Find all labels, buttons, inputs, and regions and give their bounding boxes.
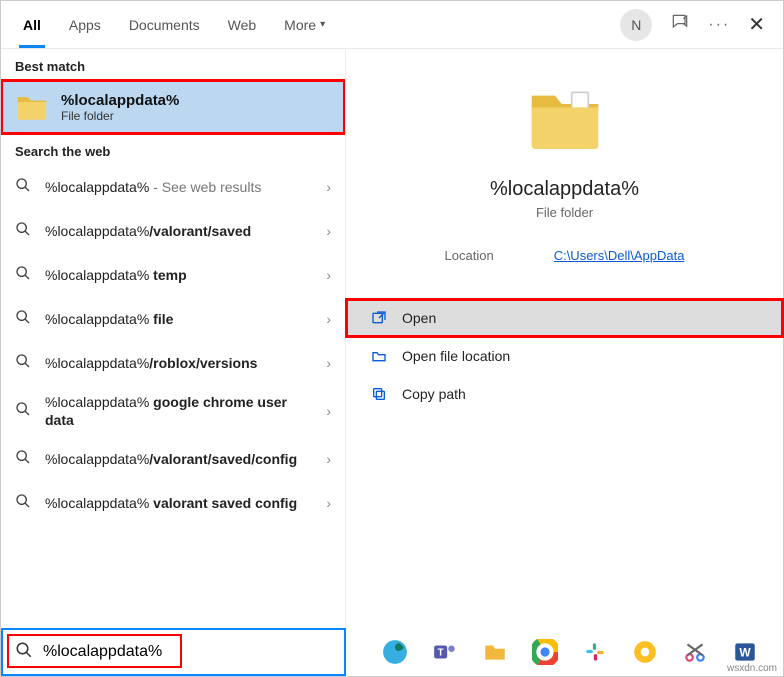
folder-icon-large — [525, 79, 605, 159]
tab-apps[interactable]: Apps — [55, 1, 115, 48]
tab-web[interactable]: Web — [214, 1, 271, 48]
watermark: wsxdn.com — [727, 663, 777, 674]
search-icon — [15, 309, 33, 330]
search-icon — [15, 641, 33, 664]
open-icon — [370, 309, 388, 327]
search-icon — [15, 177, 33, 198]
chrome-canary-icon[interactable] — [630, 637, 660, 667]
section-search-web: Search the web — [1, 134, 345, 165]
svg-text:T: T — [437, 647, 443, 658]
web-result-label: %localappdata% google chrome user data — [45, 393, 314, 429]
main-area: Best match %localappdata% File folder Se… — [1, 49, 783, 628]
file-explorer-icon[interactable] — [480, 637, 510, 667]
tab-all[interactable]: All — [9, 1, 55, 48]
filter-tabs: All Apps Documents Web More ▾ — [9, 1, 620, 48]
action-copy-path[interactable]: Copy path — [346, 375, 783, 413]
chevron-right-icon[interactable]: › — [326, 179, 331, 195]
topbar: All Apps Documents Web More ▾ N ··· ✕ — [1, 1, 783, 49]
more-options-icon[interactable]: ··· — [708, 16, 730, 34]
taskbar: T W — [1, 628, 783, 676]
folder-open-icon — [370, 347, 388, 365]
top-actions: N ··· ✕ — [620, 9, 775, 41]
feedback-icon[interactable] — [670, 12, 690, 37]
chevron-right-icon[interactable]: › — [326, 311, 331, 327]
best-match-title: %localappdata% — [61, 92, 179, 109]
detail-subtitle: File folder — [370, 205, 759, 220]
web-result-item[interactable]: %localappdata% google chrome user data › — [1, 385, 345, 437]
web-result-label: %localappdata% temp — [45, 266, 314, 284]
search-icon — [15, 265, 33, 286]
search-icon — [15, 449, 33, 470]
action-open-label: Open — [402, 310, 436, 326]
tab-more[interactable]: More ▾ — [270, 1, 339, 48]
location-link[interactable]: C:\Users\Dell\AppData — [554, 248, 685, 263]
user-avatar[interactable]: N — [620, 9, 652, 41]
location-label: Location — [445, 248, 494, 263]
web-result-item[interactable]: %localappdata% - See web results › — [1, 165, 345, 209]
action-open-location[interactable]: Open file location — [346, 337, 783, 375]
best-match-item[interactable]: %localappdata% File folder — [1, 80, 345, 134]
chevron-right-icon[interactable]: › — [326, 223, 331, 239]
actions-list: Open Open file location Copy path — [346, 299, 783, 413]
chevron-right-icon[interactable]: › — [326, 451, 331, 467]
search-icon — [15, 353, 33, 374]
chevron-right-icon[interactable]: › — [326, 495, 331, 511]
taskbar-icons: T W — [346, 637, 783, 667]
close-icon[interactable]: ✕ — [748, 12, 765, 37]
web-result-item[interactable]: %localappdata% valorant saved config › — [1, 481, 345, 525]
search-icon — [15, 493, 33, 514]
web-result-item[interactable]: %localappdata% temp › — [1, 253, 345, 297]
chevron-right-icon[interactable]: › — [326, 267, 331, 283]
web-result-item[interactable]: %localappdata% file › — [1, 297, 345, 341]
web-results-list: %localappdata% - See web results›%locala… — [1, 165, 345, 525]
detail-title: %localappdata% — [370, 178, 759, 201]
best-match-subtitle: File folder — [61, 109, 179, 123]
results-panel: Best match %localappdata% File folder Se… — [1, 49, 346, 628]
action-copy-path-label: Copy path — [402, 386, 466, 402]
folder-icon — [15, 90, 49, 124]
location-row: Location C:\Users\Dell\AppData — [370, 248, 759, 263]
action-open[interactable]: Open — [346, 299, 783, 337]
best-match-text: %localappdata% File folder — [61, 92, 179, 123]
web-result-label: %localappdata% - See web results — [45, 178, 314, 196]
section-best-match: Best match — [1, 49, 345, 80]
teams-icon[interactable]: T — [430, 637, 460, 667]
edge-icon[interactable] — [380, 637, 410, 667]
copy-icon — [370, 385, 388, 403]
svg-text:W: W — [739, 645, 751, 659]
chevron-down-icon: ▾ — [320, 19, 325, 30]
web-result-label: %localappdata%/valorant/saved/config — [45, 450, 314, 468]
slack-icon[interactable] — [580, 637, 610, 667]
web-result-label: %localappdata%/valorant/saved — [45, 222, 314, 240]
chevron-right-icon[interactable]: › — [326, 355, 331, 371]
chrome-icon[interactable] — [530, 637, 560, 667]
search-box[interactable] — [1, 628, 346, 676]
search-icon — [15, 221, 33, 242]
web-result-label: %localappdata% file — [45, 310, 314, 328]
web-result-item[interactable]: %localappdata%/valorant/saved › — [1, 209, 345, 253]
snip-icon[interactable] — [680, 637, 710, 667]
tab-documents[interactable]: Documents — [115, 1, 214, 48]
details-panel: %localappdata% File folder Location C:\U… — [346, 49, 783, 628]
search-input[interactable] — [43, 643, 332, 661]
web-result-label: %localappdata%/roblox/versions — [45, 354, 314, 372]
web-result-label: %localappdata% valorant saved config — [45, 494, 314, 512]
web-result-item[interactable]: %localappdata%/valorant/saved/config › — [1, 437, 345, 481]
tab-more-label: More — [284, 17, 316, 33]
web-result-item[interactable]: %localappdata%/roblox/versions › — [1, 341, 345, 385]
action-open-location-label: Open file location — [402, 348, 510, 364]
search-icon — [15, 401, 33, 422]
chevron-right-icon[interactable]: › — [326, 403, 331, 419]
